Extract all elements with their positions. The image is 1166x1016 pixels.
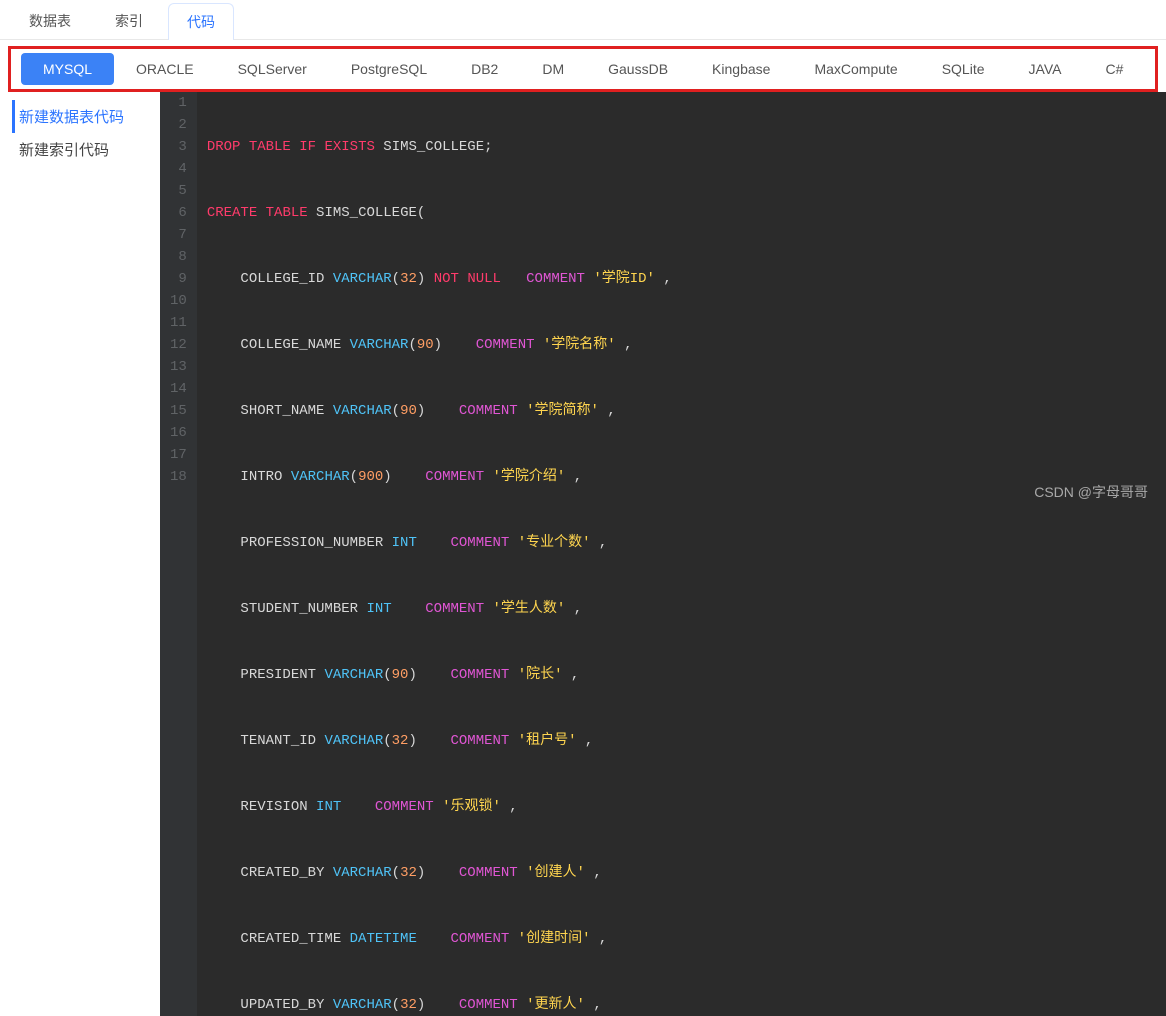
db-tab-java[interactable]: JAVA <box>1007 53 1084 85</box>
db-tab-maxcompute[interactable]: MaxCompute <box>792 53 919 85</box>
tab-index[interactable]: 索引 <box>96 2 162 39</box>
db-tab-sqlserver[interactable]: SQLServer <box>216 53 329 85</box>
db-tab-oracle[interactable]: ORACLE <box>114 53 216 85</box>
tab-datatable[interactable]: 数据表 <box>10 2 90 39</box>
watermark: CSDN @字母哥哥 <box>1034 482 1148 502</box>
top-tabs: 数据表 索引 代码 <box>0 0 1166 40</box>
tab-code[interactable]: 代码 <box>168 3 234 40</box>
sidebar-item-create-index[interactable]: 新建索引代码 <box>12 133 156 166</box>
db-tab-kingbase[interactable]: Kingbase <box>690 53 792 85</box>
db-tab-dm[interactable]: DM <box>520 53 586 85</box>
db-tab-gaussdb[interactable]: GaussDB <box>586 53 690 85</box>
sidebar-item-create-table[interactable]: 新建数据表代码 <box>12 100 156 133</box>
db-tab-sqlite[interactable]: SQLite <box>920 53 1007 85</box>
highlight-box: MYSQL ORACLE SQLServer PostgreSQL DB2 DM… <box>8 46 1158 92</box>
line-gutter: 123456789101112131415161718 <box>160 92 197 1016</box>
sidebar: 新建数据表代码 新建索引代码 <box>0 92 160 1016</box>
db-tab-db2[interactable]: DB2 <box>449 53 520 85</box>
db-tab-postgresql[interactable]: PostgreSQL <box>329 53 449 85</box>
db-tabs: MYSQL ORACLE SQLServer PostgreSQL DB2 DM… <box>11 53 1155 85</box>
code-editor[interactable]: 123456789101112131415161718 DROP TABLE I… <box>160 92 1166 1016</box>
main-content: 新建数据表代码 新建索引代码 1234567891011121314151617… <box>0 92 1166 1016</box>
db-tab-csharp[interactable]: C# <box>1083 53 1145 85</box>
db-tab-mysql[interactable]: MYSQL <box>21 53 114 85</box>
code-area[interactable]: DROP TABLE IF EXISTS SIMS_COLLEGE; CREAT… <box>197 92 682 1016</box>
